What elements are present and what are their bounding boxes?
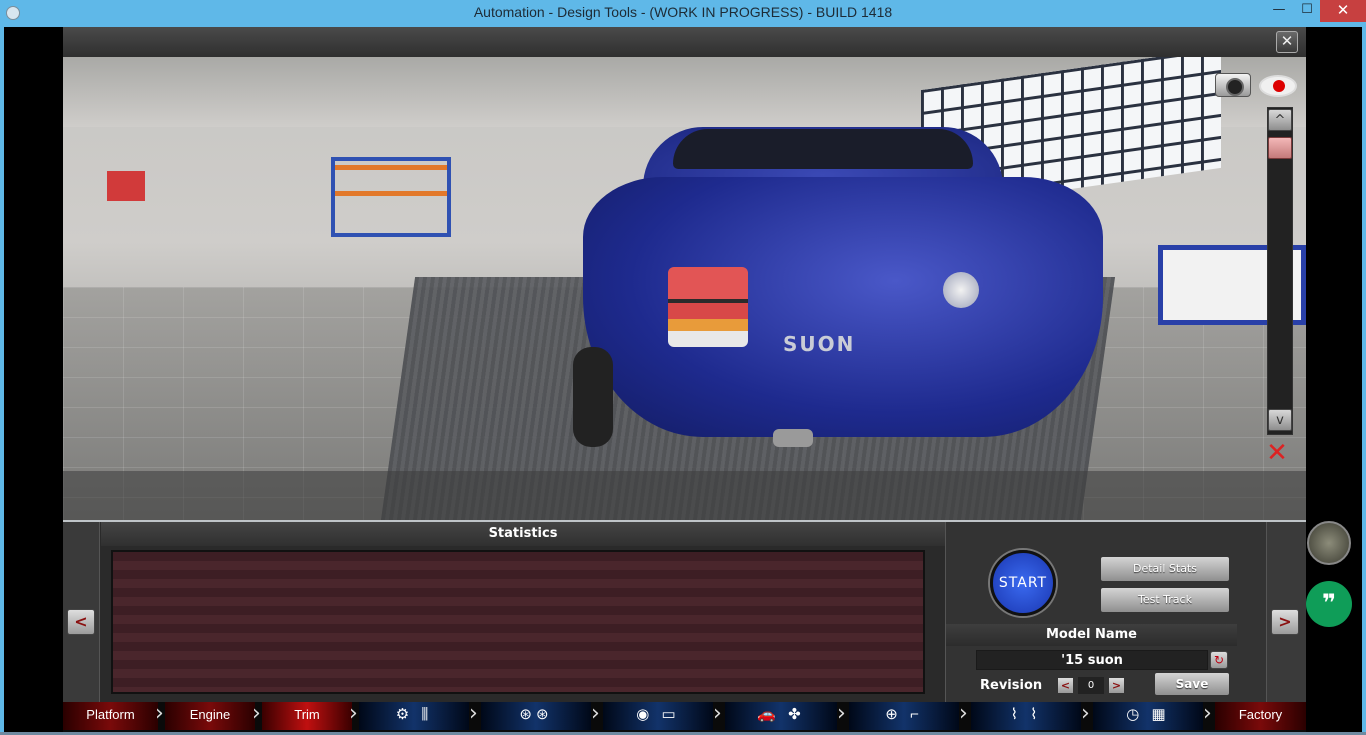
chat-icon[interactable]: ❞ bbox=[1306, 581, 1352, 627]
zoom-up-button[interactable]: ^ bbox=[1268, 109, 1292, 131]
nav-separator: › bbox=[155, 701, 164, 726]
close-designer-button[interactable]: ✕ bbox=[1276, 31, 1298, 53]
car-model[interactable]: SUON bbox=[553, 117, 1113, 447]
nav-separator: › bbox=[837, 701, 846, 726]
camera-icon[interactable] bbox=[1215, 73, 1251, 97]
window-title: Automation - Design Tools - (WORK IN PRO… bbox=[473, 4, 893, 20]
model-name-label: Model Name bbox=[946, 624, 1237, 646]
design-nav-bar: Platform › Engine › Trim › ⚙ ⫼ › ⊛⊛ › ◉ … bbox=[63, 702, 1306, 732]
hide-overlay-icon[interactable]: ✕ bbox=[1259, 440, 1295, 467]
zoom-down-button[interactable]: v bbox=[1268, 409, 1292, 431]
nav-separator: › bbox=[713, 701, 722, 726]
window-title-bar: Automation - Design Tools - (WORK IN PRO… bbox=[0, 0, 1366, 27]
revision-prev-button[interactable]: < bbox=[1057, 677, 1074, 694]
nav-brakes[interactable]: ◉ ▭ bbox=[603, 702, 713, 730]
previous-page-button[interactable]: < bbox=[67, 609, 95, 635]
bottom-panel: < Statistics START Detail Stats Test Tra… bbox=[63, 520, 1306, 702]
frame-edge-left bbox=[0, 27, 4, 735]
nav-engine-parts[interactable]: ⚙ ⫼ bbox=[359, 702, 469, 730]
nav-wheels[interactable]: ⊛⊛ bbox=[481, 702, 591, 730]
garage-shelf bbox=[331, 157, 451, 237]
viewport-bottom-fade bbox=[63, 471, 1306, 520]
nav-separator: › bbox=[591, 701, 600, 726]
revision-value: 0 bbox=[1078, 677, 1104, 694]
car-badge-logo bbox=[943, 272, 979, 308]
save-button[interactable]: Save bbox=[1154, 672, 1230, 696]
statistics-list bbox=[111, 550, 925, 694]
window-close-button[interactable]: ✕ bbox=[1320, 0, 1366, 22]
car-body bbox=[583, 177, 1103, 437]
car-rear-window bbox=[673, 129, 973, 169]
nav-interior[interactable]: ⊕ ⌐ bbox=[849, 702, 959, 730]
frame-right bbox=[1306, 27, 1366, 735]
frame-left bbox=[0, 27, 63, 735]
nav-platform[interactable]: Platform bbox=[63, 702, 158, 730]
top-bar: ✕ bbox=[63, 27, 1306, 57]
statistics-header: Statistics bbox=[101, 522, 945, 546]
nav-testing[interactable]: ◷ ▦ bbox=[1093, 702, 1203, 730]
test-track-button[interactable]: Test Track bbox=[1100, 587, 1230, 613]
model-panel: START Detail Stats Test Track Model Name… bbox=[945, 522, 1266, 702]
nav-separator: › bbox=[1081, 701, 1090, 726]
nav-body[interactable]: 🚗 ✤ bbox=[725, 702, 837, 730]
car-tail-light bbox=[668, 267, 748, 347]
revision-label: Revision bbox=[980, 678, 1043, 693]
minimize-button[interactable]: — bbox=[1266, 0, 1292, 22]
model-name-input[interactable]: '15 suon bbox=[976, 650, 1208, 670]
nav-factory[interactable]: Factory bbox=[1215, 702, 1306, 730]
refresh-icon[interactable]: ↻ bbox=[1210, 651, 1228, 669]
maximize-button[interactable]: ☐ bbox=[1294, 0, 1320, 22]
nav-separator: › bbox=[1203, 701, 1212, 726]
car-wheel bbox=[573, 347, 613, 447]
nav-suspension[interactable]: ⌇ ⌇ bbox=[971, 702, 1081, 730]
car-exhaust bbox=[773, 429, 813, 447]
revision-next-button[interactable]: > bbox=[1108, 677, 1125, 694]
avatar[interactable] bbox=[1307, 521, 1351, 565]
start-button[interactable]: START bbox=[990, 550, 1056, 616]
car-badge-text: SUON bbox=[783, 332, 856, 356]
eye-icon[interactable] bbox=[1259, 75, 1297, 97]
nav-trim[interactable]: Trim bbox=[262, 702, 352, 730]
car-3d-viewport[interactable]: SUON ^ v ✕ bbox=[63, 57, 1306, 520]
next-page-button[interactable]: > bbox=[1271, 609, 1299, 635]
nav-separator: › bbox=[469, 701, 478, 726]
nav-separator: › bbox=[349, 701, 358, 726]
frame-edge-right bbox=[1362, 27, 1366, 735]
fire-sign bbox=[107, 171, 145, 201]
nav-separator: › bbox=[252, 701, 261, 726]
nav-separator: › bbox=[959, 701, 968, 726]
detail-stats-button[interactable]: Detail Stats bbox=[1100, 556, 1230, 582]
zoom-slider-thumb[interactable] bbox=[1268, 137, 1292, 159]
nav-engine[interactable]: Engine bbox=[165, 702, 255, 730]
